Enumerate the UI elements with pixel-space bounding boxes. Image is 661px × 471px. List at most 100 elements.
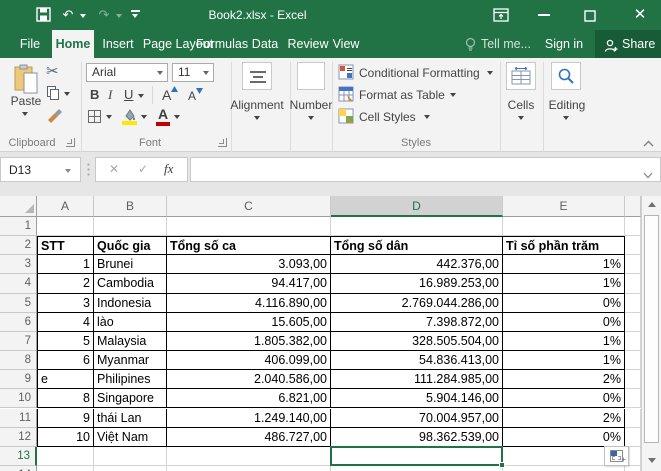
- enter-icon[interactable]: ✓: [138, 162, 148, 176]
- cell-A10[interactable]: 8: [37, 389, 94, 408]
- cell-C4[interactable]: 94.417,00: [167, 274, 331, 293]
- cell-E1[interactable]: [503, 217, 625, 236]
- cell-F5[interactable]: [625, 294, 641, 313]
- cell-E2[interactable]: Tỉ số phần trăm: [503, 236, 625, 255]
- alignment-icon[interactable]: [242, 62, 272, 90]
- cancel-icon[interactable]: ✕: [109, 162, 119, 176]
- row-header-2[interactable]: 2: [0, 236, 37, 255]
- cell-A5[interactable]: 3: [37, 294, 94, 313]
- undo-dropdown-icon[interactable]: [80, 14, 86, 18]
- column-header-C[interactable]: C: [167, 196, 331, 217]
- cell-B1[interactable]: [94, 217, 167, 236]
- redo-icon[interactable]: ↷: [96, 0, 112, 30]
- cell-F10[interactable]: [625, 389, 641, 408]
- cell-E8[interactable]: 1%: [503, 351, 625, 370]
- paste-button[interactable]: Paste: [6, 94, 46, 108]
- cell-D4[interactable]: 16.989.253,00: [331, 274, 503, 293]
- format-painter-icon[interactable]: [45, 108, 63, 129]
- cell-C9[interactable]: 2.040.586,00: [167, 370, 331, 389]
- column-header-B[interactable]: B: [94, 196, 167, 217]
- row-header-1[interactable]: 1: [0, 217, 37, 236]
- selected-cell-D13[interactable]: [330, 446, 503, 466]
- cell-E6[interactable]: 0%: [503, 313, 625, 332]
- cell-A8[interactable]: 6: [37, 351, 94, 370]
- cell-F14[interactable]: [625, 466, 641, 471]
- cell-F1[interactable]: [625, 217, 641, 236]
- paste-options-button[interactable]: +: [604, 446, 629, 466]
- tab-home[interactable]: Home: [52, 30, 94, 58]
- cell-B13[interactable]: [94, 447, 167, 466]
- borders-icon[interactable]: [88, 110, 101, 123]
- maximize-button[interactable]: [584, 9, 596, 27]
- column-header-A[interactable]: A: [37, 196, 94, 217]
- cell-B9[interactable]: Philipines: [94, 370, 167, 389]
- fill-color-dropdown-icon[interactable]: [141, 115, 147, 119]
- underline-dropdown-icon[interactable]: [138, 94, 144, 98]
- font-color-icon[interactable]: A: [158, 106, 168, 122]
- cell-F8[interactable]: [625, 351, 641, 370]
- editing-icon[interactable]: [551, 62, 581, 90]
- cell-C14[interactable]: [167, 466, 331, 471]
- cell-D2[interactable]: Tổng số dân: [331, 236, 503, 255]
- expand-formula-bar-icon[interactable]: [643, 166, 653, 184]
- tab-insert[interactable]: Insert: [100, 30, 136, 58]
- cell-A7[interactable]: 5: [37, 332, 94, 351]
- cell-C8[interactable]: 406.099,00: [167, 351, 331, 370]
- fill-handle[interactable]: [499, 462, 505, 468]
- cell-E7[interactable]: 1%: [503, 332, 625, 351]
- cell-A1[interactable]: [37, 217, 94, 236]
- minimize-button[interactable]: [538, 14, 550, 16]
- cell-B2[interactable]: Quốc gia: [94, 236, 167, 255]
- row-header-5[interactable]: 5: [0, 294, 37, 313]
- cell-C12[interactable]: 486.727,00: [167, 428, 331, 447]
- font-name-combo[interactable]: Arial: [86, 63, 168, 82]
- column-header-D[interactable]: D: [331, 196, 503, 217]
- cell-F7[interactable]: [625, 332, 641, 351]
- tell-me-lightbulb-icon[interactable]: [464, 37, 477, 57]
- cell-B11[interactable]: thái Lan: [94, 409, 167, 428]
- format-as-table-button[interactable]: Format as Table: [359, 88, 445, 102]
- cell-D5[interactable]: 2.769.044.286,00: [331, 294, 503, 313]
- redo-dropdown-icon[interactable]: [116, 14, 122, 18]
- scroll-down-button[interactable]: [642, 452, 661, 469]
- share-button[interactable]: Share: [595, 30, 661, 58]
- cell-E14[interactable]: [503, 466, 625, 471]
- cell-E10[interactable]: 0%: [503, 389, 625, 408]
- save-icon[interactable]: [36, 7, 51, 27]
- cell-A2[interactable]: STT: [37, 236, 94, 255]
- cell-F9[interactable]: [625, 370, 641, 389]
- cell-F11[interactable]: [625, 409, 641, 428]
- tell-me-button[interactable]: Tell me...: [480, 30, 532, 58]
- cell-A9[interactable]: e: [37, 370, 94, 389]
- cell-D8[interactable]: 54.836.413,00: [331, 351, 503, 370]
- font-dialog-launcher-icon[interactable]: [218, 138, 227, 147]
- cell-A3[interactable]: 1: [37, 255, 94, 274]
- copy-dropdown-icon[interactable]: [64, 92, 70, 96]
- italic-button[interactable]: I: [108, 87, 112, 103]
- cut-icon[interactable]: ✂: [46, 62, 59, 80]
- font-size-combo[interactable]: 11: [172, 63, 214, 82]
- row-header-6[interactable]: 6: [0, 313, 37, 332]
- row-header-7[interactable]: 7: [0, 332, 37, 351]
- collapse-ribbon-icon[interactable]: [643, 134, 654, 152]
- decrease-font-size-button[interactable]: A: [188, 88, 203, 103]
- insert-function-icon[interactable]: fx: [164, 161, 173, 177]
- tab-file[interactable]: File: [12, 30, 48, 58]
- tab-data[interactable]: Data: [248, 30, 282, 58]
- cell-F12[interactable]: [625, 428, 641, 447]
- cell-D6[interactable]: 7.398.872,00: [331, 313, 503, 332]
- select-all-button[interactable]: [0, 196, 37, 217]
- alignment-button[interactable]: Alignment: [228, 98, 286, 112]
- vertical-scrollbar[interactable]: [641, 196, 661, 471]
- cell-C5[interactable]: 4.116.890,00: [167, 294, 331, 313]
- name-box-dropdown-icon[interactable]: [65, 169, 71, 173]
- cell-A13[interactable]: [37, 447, 94, 466]
- number-button[interactable]: Number: [288, 98, 334, 112]
- cell-B3[interactable]: Brunei: [94, 255, 167, 274]
- cell-C6[interactable]: 15.605,00: [167, 313, 331, 332]
- underline-button[interactable]: U: [124, 87, 133, 102]
- conditional-formatting-dropdown-icon[interactable]: [487, 71, 493, 75]
- cell-B10[interactable]: Singapore: [94, 389, 167, 408]
- row-header-11[interactable]: 11: [0, 409, 37, 428]
- cells-icon[interactable]: [506, 62, 536, 90]
